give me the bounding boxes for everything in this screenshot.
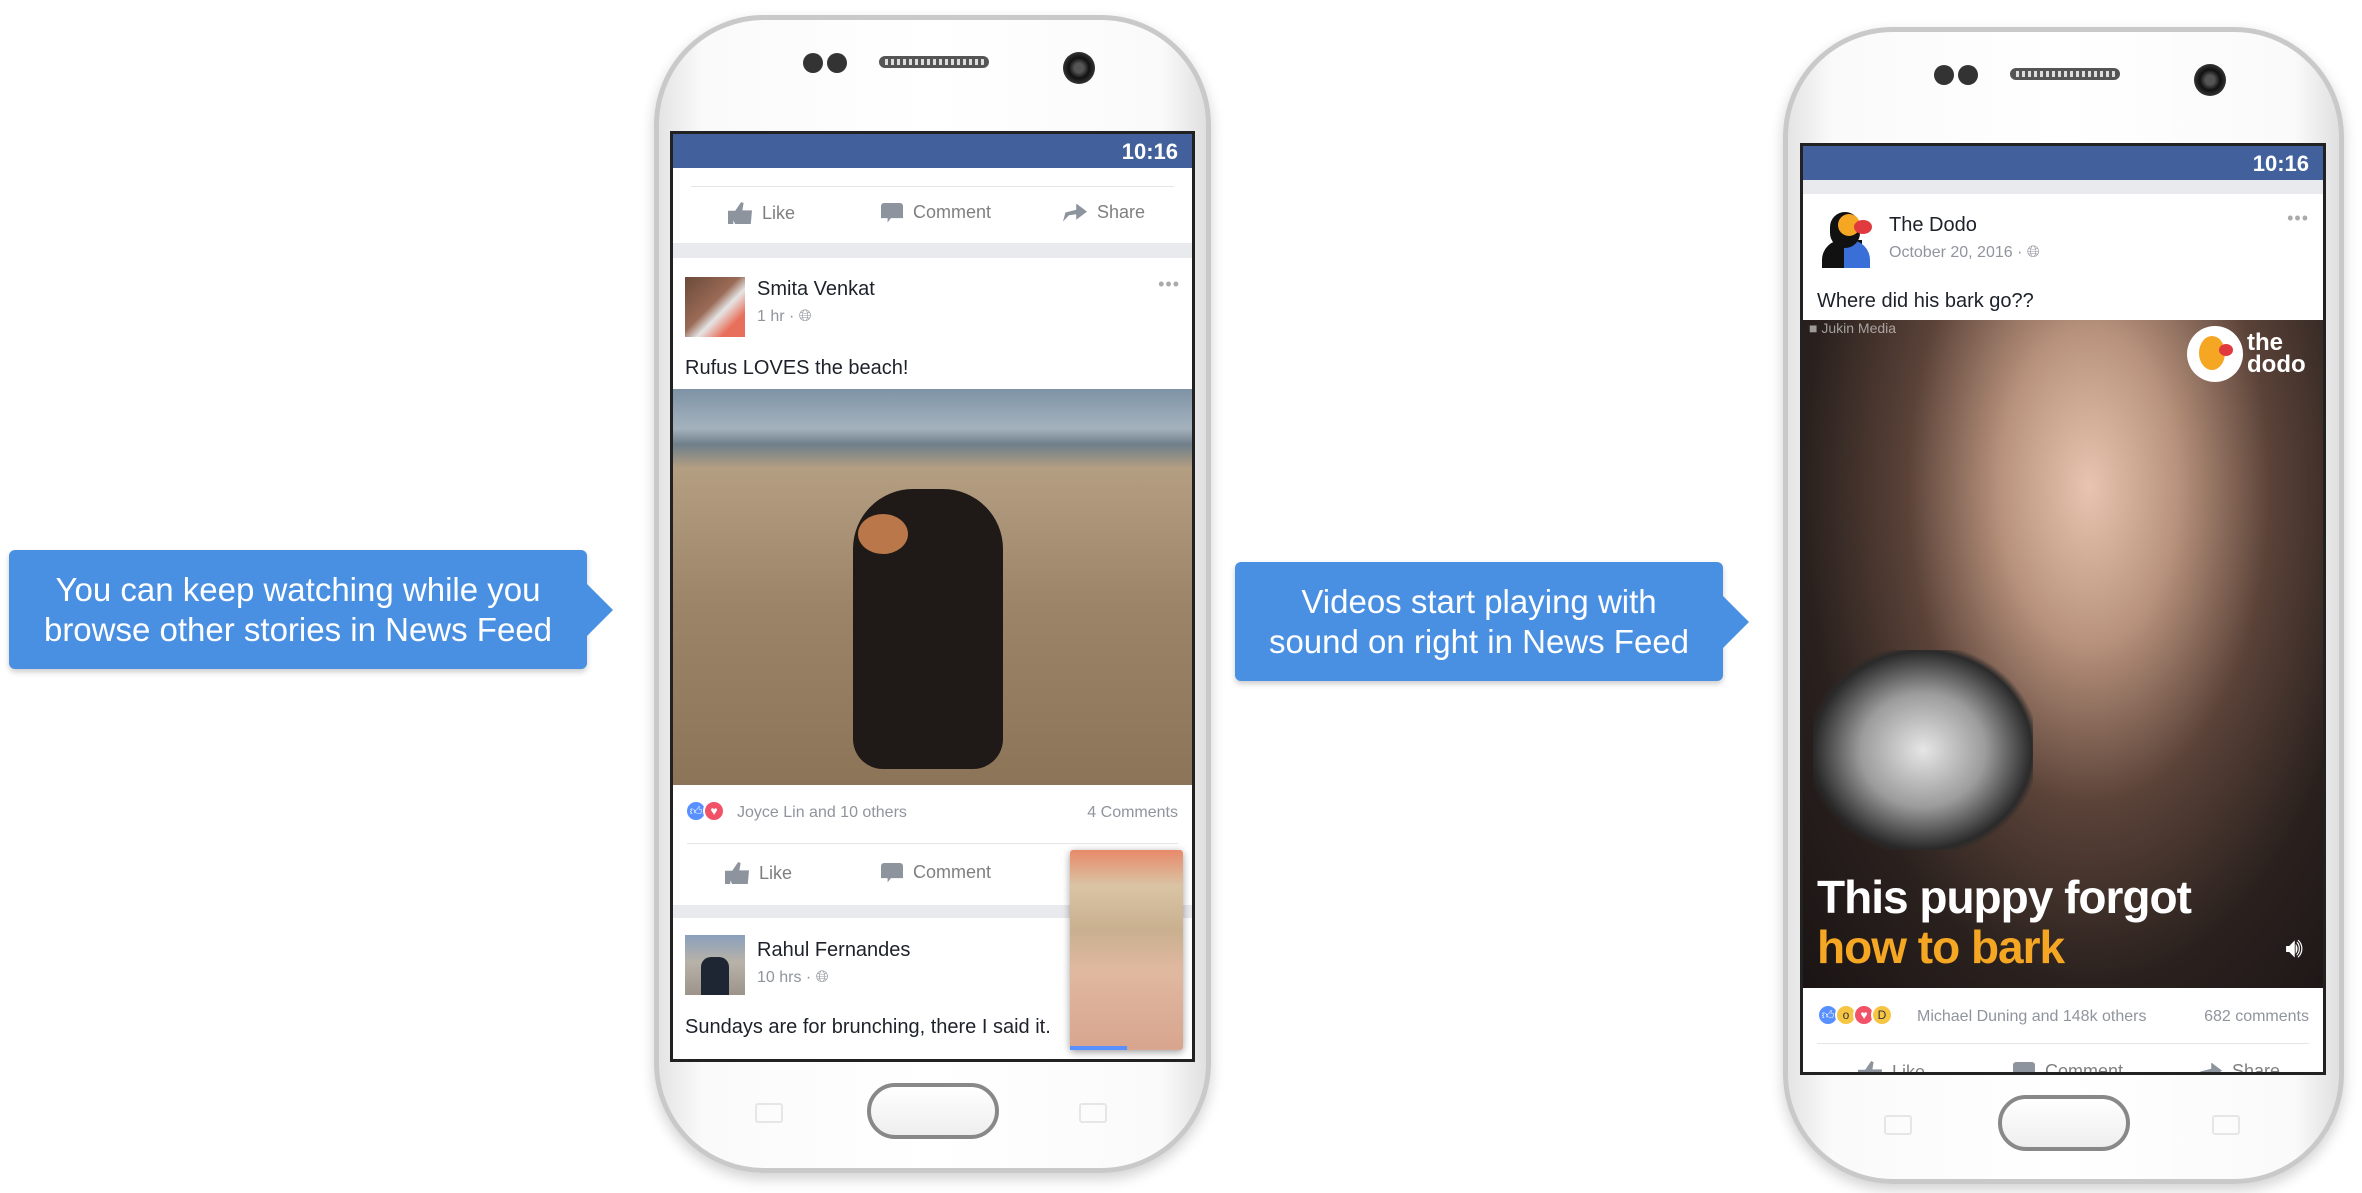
video-caption: This puppy forgot how to bark bbox=[1817, 871, 2192, 973]
like-button[interactable]: Like bbox=[725, 862, 792, 884]
home-button[interactable] bbox=[867, 1083, 999, 1139]
recent-apps-key[interactable] bbox=[755, 1103, 783, 1123]
callout-keep-watching: You can keep watching while you browse o… bbox=[9, 550, 613, 669]
front-camera bbox=[1063, 52, 1095, 84]
video-watermark: ■ Jukin Media bbox=[1809, 320, 1897, 336]
speaker-grille bbox=[2010, 68, 2120, 80]
comment-button[interactable]: Comment bbox=[2013, 1061, 2123, 1072]
avatar-rahul[interactable] bbox=[685, 935, 745, 995]
comments-count[interactable]: 682 comments bbox=[2204, 1008, 2309, 1026]
recent-apps-key[interactable] bbox=[1884, 1115, 1912, 1135]
back-key[interactable] bbox=[1079, 1103, 1107, 1123]
post-date: October 20, 2016 · 🌐︎ bbox=[1889, 244, 2040, 261]
status-bar: 10:16 bbox=[1803, 146, 2323, 180]
post-author[interactable]: The Dodo bbox=[1889, 214, 1977, 237]
post-author[interactable]: Rahul Fernandes bbox=[757, 939, 910, 962]
home-button[interactable] bbox=[1998, 1095, 2130, 1151]
like-button[interactable]: Like bbox=[1858, 1061, 1925, 1072]
callout-text: Videos start playing with sound on right… bbox=[1268, 582, 1690, 660]
comment-button[interactable]: Comment bbox=[881, 862, 991, 883]
post-text: Where did his bark go?? bbox=[1817, 290, 2034, 312]
post-time: 1 hr · 🌐︎ bbox=[757, 308, 812, 325]
the-dodo-logo: the dodo bbox=[2187, 326, 2317, 382]
speaker-grille bbox=[879, 56, 989, 68]
thumbs-up-icon bbox=[728, 202, 752, 224]
status-bar: 10:16 bbox=[673, 134, 1192, 168]
thumbs-up-icon bbox=[725, 862, 749, 884]
globe-icon: 🌐︎ bbox=[798, 308, 812, 325]
share-icon bbox=[1063, 203, 1087, 222]
left-screen: 10:16 Like Comment Share Smita Venkat 1 … bbox=[670, 131, 1195, 1062]
avatar-the-dodo[interactable] bbox=[1818, 210, 1878, 270]
post-text: Sundays are for brunching, there I said … bbox=[685, 1016, 1051, 1038]
comment-icon bbox=[881, 862, 903, 883]
comment-button[interactable]: Comment bbox=[881, 202, 991, 223]
pip-video-player[interactable] bbox=[1070, 850, 1183, 1050]
reactions-summary[interactable]: Michael Duning and 148k others bbox=[1917, 1008, 2146, 1026]
comments-count[interactable]: 4 Comments bbox=[1087, 804, 1178, 822]
more-options-icon[interactable]: ••• bbox=[1158, 274, 1180, 295]
share-button[interactable]: Share bbox=[1063, 202, 1145, 223]
callout-text: You can keep watching while you browse o… bbox=[43, 570, 553, 648]
puppy bbox=[1813, 650, 2033, 850]
post-text: Rufus LOVES the beach! bbox=[685, 357, 909, 379]
avatar-smita[interactable] bbox=[685, 277, 745, 337]
thumbs-up-icon bbox=[1858, 1061, 1882, 1072]
comment-icon bbox=[2013, 1061, 2035, 1072]
love-reaction-icon: ♥ bbox=[703, 800, 725, 822]
globe-icon: 🌐︎ bbox=[2026, 244, 2040, 261]
autoplay-video[interactable]: ■ Jukin Media the dodo This puppy forgot… bbox=[1803, 320, 2323, 988]
back-key[interactable] bbox=[2212, 1115, 2240, 1135]
callout-sound-on: Videos start playing with sound on right… bbox=[1235, 562, 1749, 681]
share-button[interactable]: Share bbox=[2198, 1061, 2280, 1072]
sound-on-icon[interactable]: 🔊︎ bbox=[2285, 932, 2303, 965]
globe-icon: 🌐︎ bbox=[815, 969, 829, 986]
front-camera bbox=[2194, 64, 2226, 96]
post-author[interactable]: Smita Venkat bbox=[757, 278, 875, 301]
comment-icon bbox=[881, 202, 903, 223]
share-icon bbox=[2198, 1062, 2222, 1072]
haha-reaction-icon: D bbox=[1871, 1004, 1893, 1026]
post-time: 10 hrs · 🌐︎ bbox=[757, 969, 829, 986]
post-photo-dog-beach[interactable] bbox=[673, 389, 1192, 785]
reactions-summary[interactable]: Joyce Lin and 10 others bbox=[737, 804, 907, 822]
right-screen: 10:16 The Dodo October 20, 2016 · 🌐︎ •••… bbox=[1800, 143, 2326, 1075]
more-options-icon[interactable]: ••• bbox=[2287, 208, 2309, 229]
pip-progress-bar bbox=[1070, 1046, 1127, 1050]
like-button[interactable]: Like bbox=[728, 202, 795, 224]
